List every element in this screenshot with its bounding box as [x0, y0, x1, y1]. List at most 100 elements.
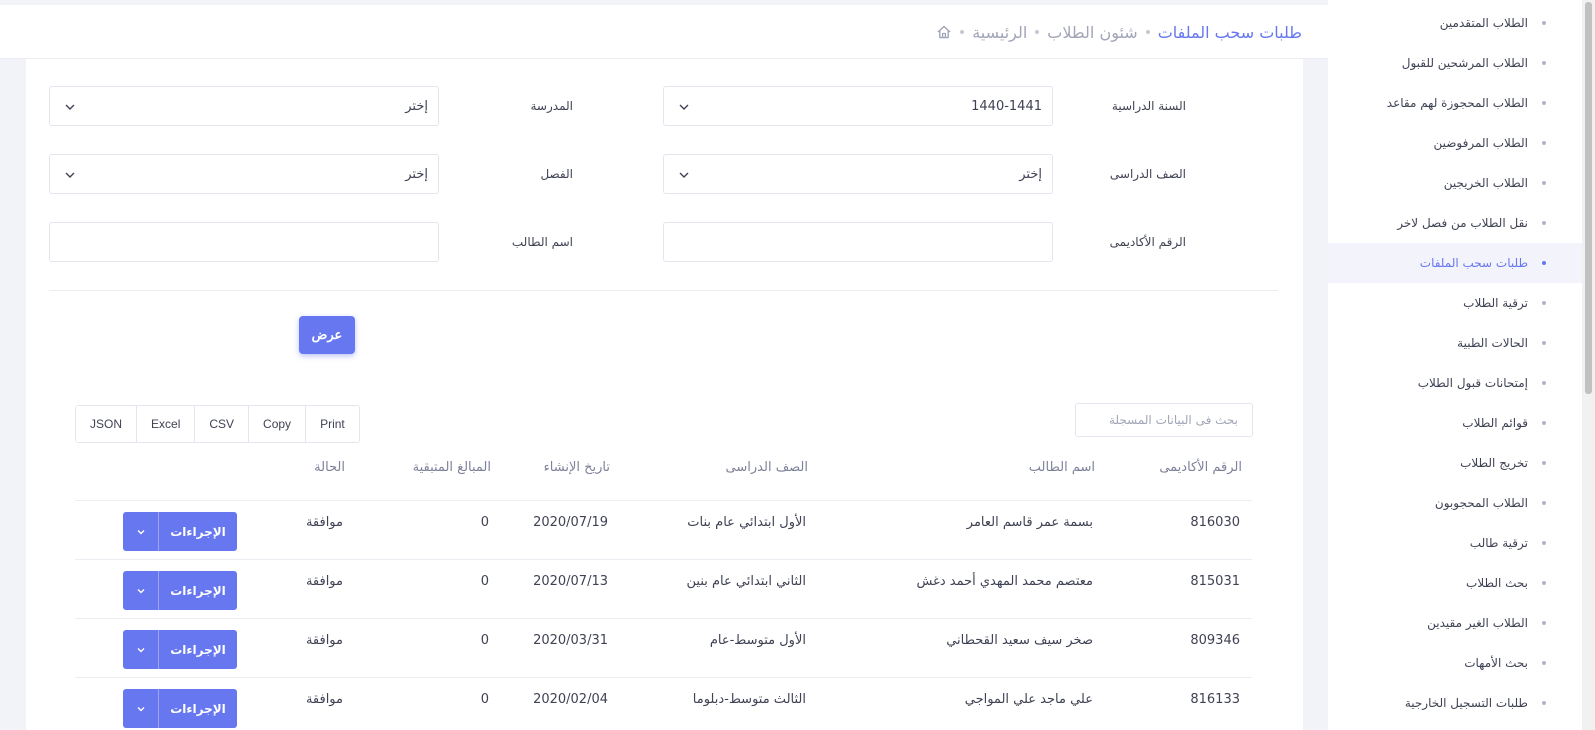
sidebar-item-admission-exams[interactable]: إمتحانات قبول الطلاب: [1328, 363, 1582, 403]
sidebar-item-file-withdrawal-requests[interactable]: طلبات سحب الملفات: [1328, 243, 1582, 283]
sidebar-item-promote-students[interactable]: ترقية الطلاب: [1328, 283, 1582, 323]
bullet-icon: [1542, 181, 1546, 185]
cell-student-name: علي ماجد علي المواجي: [964, 692, 1093, 707]
bullet-icon: [1542, 21, 1546, 25]
sidebar-item-label: الطلاب المتقدمين: [1439, 16, 1528, 30]
actions-dropdown-button[interactable]: الإجراءات: [123, 630, 237, 669]
academic-year-value: 1440-1441: [971, 99, 1042, 114]
cell-remaining-amounts: 0: [480, 515, 489, 530]
sidebar-item-transfer-class[interactable]: نقل الطلاب من فصل لاخر: [1328, 203, 1582, 243]
sidebar-item-label: الطلاب المحجوبون: [1434, 496, 1528, 510]
grade-value: إختر: [1019, 167, 1042, 182]
cell-status: موافقة: [305, 515, 343, 530]
header-student-name[interactable]: اسم الطالب: [1029, 460, 1095, 475]
sidebar-item-nominated-students[interactable]: الطلاب المرشحين للقبول: [1328, 43, 1582, 83]
sidebar-item-applicant-students[interactable]: الطلاب المتقدمين: [1328, 3, 1582, 43]
cell-status: موافقة: [305, 692, 343, 707]
grade-label: الصف الدراسى: [1109, 167, 1186, 181]
page-title: طلبات سحب الملفات: [1157, 22, 1302, 42]
bullet-icon: [1542, 701, 1546, 705]
bullet-icon: [1542, 541, 1546, 545]
header-grade[interactable]: الصف الدراسى: [726, 460, 808, 475]
cell-academic-number: 809346: [1190, 633, 1240, 648]
top-header: الرئيسية شئون الطلاب طلبات سحب الملفات: [0, 5, 1328, 59]
sidebar-item-medical-cases[interactable]: الحالات الطبية: [1328, 323, 1582, 363]
header-academic-number[interactable]: الرقم الأكاديمى: [1159, 460, 1242, 475]
sidebar-item-label: قوائم الطلاب: [1462, 416, 1528, 430]
scrollbar-thumb[interactable]: [1585, 2, 1592, 394]
table-row: 816133 علي ماجد علي المواجي الثالث متوسط…: [75, 677, 1252, 730]
academic-number-input[interactable]: [663, 222, 1053, 262]
header-created-date[interactable]: تاريخ الإنشاء: [544, 460, 610, 475]
chevron-down-icon: [123, 512, 159, 551]
bullet-icon: [1542, 141, 1546, 145]
academic-year-select[interactable]: 1440-1441: [663, 86, 1053, 126]
sidebar-item-label: بحث الأمهات: [1464, 656, 1528, 670]
cell-created-date: 2020/07/19: [533, 515, 608, 530]
table-row: 816030 بسمة عمر قاسم العامر الأول ابتدائ…: [75, 500, 1252, 560]
cell-student-name: صخر سيف سعيد القحطاني: [946, 633, 1093, 648]
sidebar-item-label: ترقية الطلاب: [1463, 296, 1528, 310]
sidebar-item-label: الطلاب الخريجين: [1443, 176, 1528, 190]
print-button[interactable]: Print: [306, 406, 359, 442]
table-row: 815031 معتصم محمد المهدي أحمد دغش الثاني…: [75, 559, 1252, 619]
sidebar-item-graduate-students[interactable]: تخريج الطلاب: [1328, 443, 1582, 483]
breadcrumb: الرئيسية شئون الطلاب طلبات سحب الملفات: [936, 5, 1302, 59]
sidebar-item-label: نقل الطلاب من فصل لاخر: [1397, 216, 1528, 230]
cell-academic-number: 815031: [1190, 574, 1240, 589]
actions-dropdown-button[interactable]: الإجراءات: [123, 512, 237, 551]
export-button-group: JSON Excel CSV Copy Print: [75, 405, 360, 443]
sidebar-item-student-lists[interactable]: قوائم الطلاب: [1328, 403, 1582, 443]
sidebar-item-promote-student[interactable]: ترقية طالب: [1328, 523, 1582, 563]
cell-grade: الثالث متوسط-دبلوما: [692, 692, 806, 707]
sidebar-item-label: الطلاب المرفوضين: [1433, 136, 1528, 150]
sidebar-item-search-mothers[interactable]: بحث الأمهات: [1328, 643, 1582, 683]
chevron-down-icon: [123, 630, 159, 669]
page: الرئيسية شئون الطلاب طلبات سحب الملفات ا…: [0, 0, 1595, 730]
sidebar-item-unregistered-students[interactable]: الطلاب الغير مقيدين: [1328, 603, 1582, 643]
breadcrumb-home-link[interactable]: الرئيسية: [972, 23, 1027, 42]
page-scrollbar[interactable]: [1582, 0, 1595, 730]
cell-remaining-amounts: 0: [480, 574, 489, 589]
student-name-input[interactable]: [49, 222, 439, 262]
sidebar-item-external-registration[interactable]: طلبات التسجيل الخارجية: [1328, 683, 1582, 723]
breadcrumb-student-affairs-link[interactable]: شئون الطلاب: [1047, 23, 1137, 42]
export-json-button[interactable]: JSON: [76, 406, 138, 442]
export-csv-button[interactable]: CSV: [195, 406, 250, 442]
school-label: المدرسة: [530, 99, 573, 113]
grade-select[interactable]: إختر: [663, 154, 1053, 194]
sidebar-item-label: الطلاب المرشحين للقبول: [1401, 56, 1528, 70]
table-row: 809346 صخر سيف سعيد القحطاني الأول متوسط…: [75, 618, 1252, 678]
home-icon[interactable]: [936, 24, 952, 40]
copy-button[interactable]: Copy: [249, 406, 307, 442]
bullet-icon: [1542, 61, 1546, 65]
export-excel-button[interactable]: Excel: [137, 406, 196, 442]
sidebar-item-rejected-students[interactable]: الطلاب المرفوضين: [1328, 123, 1582, 163]
student-name-label: اسم الطالب: [511, 235, 573, 249]
table-search-input[interactable]: بحث فى البيانات المسجلة: [1075, 403, 1253, 437]
chevron-down-icon: [679, 104, 689, 110]
sidebar-item-graduates[interactable]: الطلاب الخريجين: [1328, 163, 1582, 203]
actions-label: الإجراءات: [170, 642, 226, 657]
school-select[interactable]: إختر: [49, 86, 439, 126]
bullet-icon: [1542, 301, 1546, 305]
cell-grade: الأول متوسط-عام: [709, 633, 806, 648]
chevron-down-icon: [679, 172, 689, 178]
sidebar-item-blocked-students[interactable]: الطلاب المحجوبون: [1328, 483, 1582, 523]
sidebar-item-search-students[interactable]: بحث الطلاب: [1328, 563, 1582, 603]
header-remaining-amounts[interactable]: المبالغ المتبقية: [413, 460, 491, 475]
sidebar-item-label: الحالات الطبية: [1457, 336, 1528, 350]
chevron-down-icon: [65, 172, 75, 178]
class-value: إختر: [405, 167, 428, 182]
class-select[interactable]: إختر: [49, 154, 439, 194]
actions-label: الإجراءات: [170, 701, 226, 716]
class-label: الفصل: [540, 167, 573, 181]
bullet-icon: [1542, 501, 1546, 505]
actions-dropdown-button[interactable]: الإجراءات: [123, 571, 237, 610]
cell-grade: الثاني ابتدائي عام بنين: [686, 574, 806, 589]
actions-dropdown-button[interactable]: الإجراءات: [123, 689, 237, 728]
sidebar-item-reserved-seats[interactable]: الطلاب المحجوزة لهم مقاعد: [1328, 83, 1582, 123]
show-button[interactable]: عرض: [299, 316, 355, 354]
breadcrumb-separator: [960, 30, 965, 34]
header-status[interactable]: الحالة: [314, 460, 345, 475]
